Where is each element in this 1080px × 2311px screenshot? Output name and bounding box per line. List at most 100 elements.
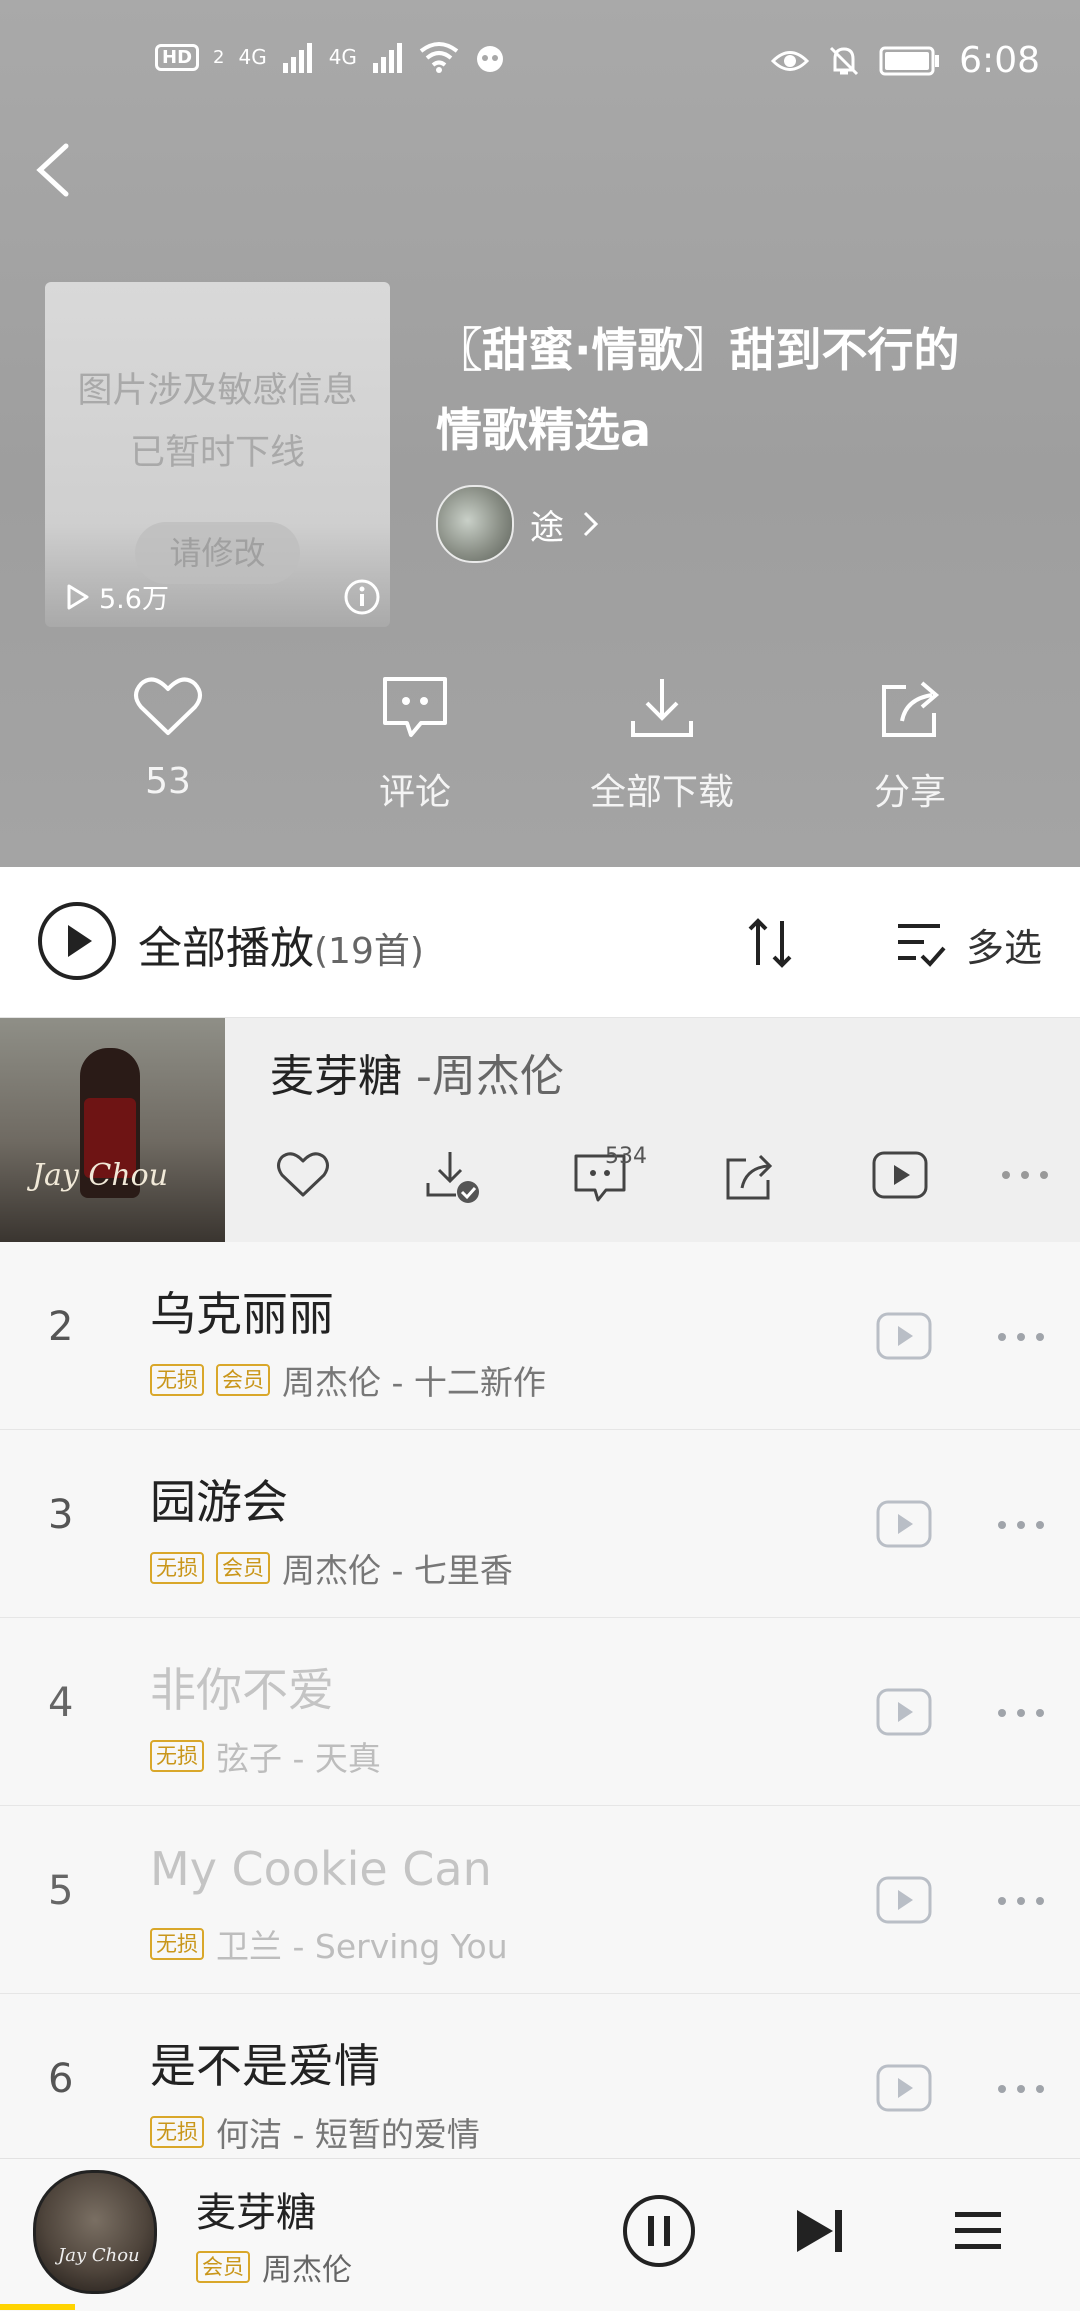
song-subtitle: 卫兰 - Serving You xyxy=(216,1927,508,1966)
song-index: 3 xyxy=(48,1492,74,1538)
current-song-artist: -周杰伦 xyxy=(402,1051,564,1102)
song-index: 2 xyxy=(48,1304,74,1350)
multi-select-icon[interactable] xyxy=(894,918,946,970)
next-track-icon[interactable] xyxy=(795,2208,845,2254)
pause-icon[interactable] xyxy=(622,2194,696,2268)
song-index: 6 xyxy=(48,2056,74,2102)
playlist-title: 〖甜蜜·情歌〗甜到不行的 情歌精选a xyxy=(436,310,1036,470)
share-icon xyxy=(882,681,940,737)
chevron-right-icon xyxy=(583,511,599,537)
current-song-name: 麦芽糖 xyxy=(270,1051,402,1102)
quality-tag: 会员 xyxy=(216,1364,270,1396)
song-row[interactable]: 2 乌克丽丽 无损 会员 周杰伦 - 十二新作 xyxy=(0,1242,1080,1430)
quality-tag: 会员 xyxy=(216,1552,270,1584)
playlist-cover[interactable]: 图片涉及敏感信息 已暂时下线 请修改 5.6万 xyxy=(45,282,390,627)
mv-play-icon[interactable] xyxy=(876,2064,932,2112)
cover-notice-line2: 已暂时下线 xyxy=(129,433,305,473)
playlist-owner[interactable]: 途 xyxy=(436,485,602,563)
mini-player-song[interactable]: 麦芽糖 xyxy=(196,2180,316,2238)
mini-player-disc-text: Jay Chou xyxy=(58,2245,140,2266)
back-arrow-icon[interactable] xyxy=(26,140,86,200)
status-left: HD 2 4G 4G xyxy=(155,40,507,74)
more-icon[interactable] xyxy=(1000,1168,1050,1182)
album-art[interactable]: Jay Chou xyxy=(0,1018,225,1242)
song-row[interactable]: 3 园游会无损 会员 周杰伦 - 七里香 xyxy=(0,1430,1080,1618)
multi-select-button[interactable]: 多选 xyxy=(966,917,1042,972)
comment-icon xyxy=(383,677,447,737)
song-meta: 无损 何洁 - 短暂的爱情 xyxy=(150,2108,480,2156)
play-all-icon[interactable] xyxy=(36,900,118,982)
hd-badge: HD xyxy=(155,43,200,71)
owner-name[interactable]: 途 xyxy=(530,500,564,549)
mini-player-artist: 周杰伦 xyxy=(262,2253,352,2288)
quality-tag: 无损 xyxy=(150,1928,204,1960)
playback-progress xyxy=(0,2304,75,2310)
like-count: 53 xyxy=(145,761,191,802)
song-title: 是不是爱情 xyxy=(150,2039,380,2093)
share-icon[interactable] xyxy=(722,1150,776,1204)
share-action[interactable]: 分享 xyxy=(810,675,1010,815)
song-row[interactable]: 5 My Cookie Can 无损 卫兰 - Serving You xyxy=(0,1806,1080,1994)
song-title: 非你不爱 xyxy=(150,1663,334,1717)
current-song-actions: 534 xyxy=(270,1144,1060,1210)
song-index: 5 xyxy=(48,1868,74,1914)
quality-tag: 无损 xyxy=(150,1552,204,1584)
wifi-icon xyxy=(419,42,459,73)
song-row[interactable]: 4 非你不爱 无损 弦子 - 天真 xyxy=(0,1618,1080,1806)
mv-play-icon[interactable] xyxy=(876,1876,932,1924)
song-index: 4 xyxy=(48,1680,74,1726)
song-row[interactable]: 6 是不是爱情无损 何洁 - 短暂的爱情 xyxy=(0,1994,1080,2182)
more-icon[interactable] xyxy=(996,1518,1046,1532)
album-art-text: Jay Chou xyxy=(32,1158,169,1193)
mini-player-meta: 会员 周杰伦 xyxy=(196,2245,352,2289)
more-icon[interactable] xyxy=(996,1330,1046,1344)
like-action[interactable]: 53 xyxy=(68,675,268,802)
download-all-action[interactable]: 全部下载 xyxy=(562,675,762,815)
cover-notice: 图片涉及敏感信息 已暂时下线 xyxy=(45,360,390,484)
song-subtitle: 何洁 - 短暂的爱情 xyxy=(216,2115,480,2154)
mini-player-disc[interactable]: Jay Chou xyxy=(33,2170,157,2294)
mv-play-icon[interactable] xyxy=(872,1150,928,1200)
status-right: 6:08 xyxy=(771,40,1040,81)
more-icon[interactable] xyxy=(996,2082,1046,2096)
owner-avatar[interactable] xyxy=(436,485,514,563)
mv-play-icon[interactable] xyxy=(876,1688,932,1736)
play-count: 5.6万 xyxy=(65,577,169,616)
more-icon[interactable] xyxy=(996,1706,1046,1720)
song-subtitle: 周杰伦 - 十二新作 xyxy=(282,1363,546,1402)
song-meta: 无损 会员 周杰伦 - 七里香 xyxy=(150,1544,513,1592)
download-all-label: 全部下载 xyxy=(589,772,734,813)
heart-icon xyxy=(134,677,202,735)
status-bar: HD 2 4G 4G 6:08 xyxy=(0,0,1080,125)
current-song-title: 麦芽糖 -周杰伦 xyxy=(270,1040,564,1104)
playlist-queue-icon[interactable] xyxy=(955,2210,1001,2252)
mv-play-icon[interactable] xyxy=(876,1500,932,1548)
song-meta: 无损 卫兰 - Serving You xyxy=(150,1920,508,1968)
clock: 6:08 xyxy=(959,40,1040,81)
playlist-title-line1: 〖甜蜜·情歌〗甜到不行的 xyxy=(436,323,960,377)
quality-tag: 无损 xyxy=(150,1364,204,1396)
signal-icon-2 xyxy=(372,43,402,73)
comment-action[interactable]: 评论 xyxy=(315,675,515,815)
heart-icon[interactable] xyxy=(276,1150,330,1200)
quality-tag: 无损 xyxy=(150,2116,204,2148)
play-all-button[interactable]: 全部播放(19首) xyxy=(138,912,424,976)
song-title: 园游会 xyxy=(150,1475,288,1529)
mv-play-icon[interactable] xyxy=(876,1312,932,1360)
more-icon[interactable] xyxy=(996,1894,1046,1908)
info-icon[interactable] xyxy=(343,578,381,616)
downloaded-icon[interactable] xyxy=(424,1150,482,1206)
song-subtitle: 周杰伦 - 七里香 xyxy=(282,1551,513,1590)
network-type-1: 4G xyxy=(238,45,267,69)
play-all-label: 全部播放 xyxy=(138,923,314,974)
comment-label: 评论 xyxy=(378,772,451,813)
sim-number: 2 xyxy=(213,46,225,68)
song-title: My Cookie Can xyxy=(150,1842,492,1896)
sort-icon[interactable] xyxy=(744,915,800,971)
playlist-actions: 53 评论 全部下载 分享 xyxy=(0,675,1080,825)
cover-fix-button[interactable]: 请修改 xyxy=(135,522,300,584)
mini-player[interactable] xyxy=(0,2158,1080,2311)
song-count: (19首) xyxy=(314,931,424,972)
cover-notice-line1: 图片涉及敏感信息 xyxy=(77,371,358,411)
app-notification-icon xyxy=(476,46,503,72)
